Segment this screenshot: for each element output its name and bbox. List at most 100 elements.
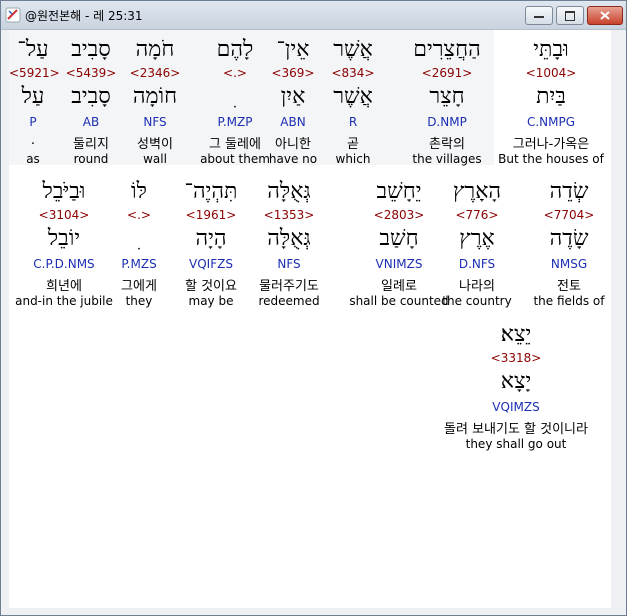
morph-code[interactable]: VQIFZS xyxy=(171,257,251,271)
korean-gloss: 둘리지 xyxy=(73,137,109,152)
title-bar[interactable]: @원전본해 - 레 25:31 xyxy=(1,1,626,30)
app-window: @원전본해 - 레 25:31 וּבָתֵּי <1004> בַּיִת C.NM… xyxy=(0,0,627,616)
word-column[interactable]: יֵצֵא׃ <3318> יָצָא VQIMZS 돌려 보내기도 할 것이니라 the… xyxy=(411,318,621,453)
korean-gloss: . xyxy=(30,133,36,148)
korean-gloss: 희년에 xyxy=(46,279,82,294)
strong-number[interactable]: <2346> xyxy=(125,66,185,80)
hebrew-lemma: בַּיִת xyxy=(536,84,566,109)
hebrew-word: יֵחָשֵׁב xyxy=(376,179,422,204)
morph-code[interactable]: C.P.D.NMS xyxy=(9,257,119,271)
minimize-button[interactable] xyxy=(525,6,553,25)
hebrew-word: שְׂדֵה xyxy=(549,179,589,204)
hebrew-word: סָבִיב xyxy=(71,37,111,62)
strong-number[interactable]: <5439> xyxy=(61,66,121,80)
window-title: @원전본해 - 레 25:31 xyxy=(25,9,143,23)
korean-gloss: 곧 xyxy=(347,137,359,152)
strong-number[interactable]: <5921> xyxy=(9,66,60,80)
word-column[interactable]: עַל־ <5921> עַל P. as xyxy=(9,33,60,168)
english-gloss: and-in the jubile xyxy=(15,294,113,308)
hebrew-word: עַל־ xyxy=(17,37,49,62)
english-gloss: which xyxy=(335,152,371,166)
english-gloss: may be xyxy=(188,294,234,308)
korean-gloss: 그 둘레에 xyxy=(209,137,261,152)
morph-code[interactable]: P.MZP xyxy=(195,115,275,129)
english-gloss: wall xyxy=(143,152,167,166)
morph-code[interactable]: VNIMZS xyxy=(347,257,451,271)
morph-code[interactable]: P xyxy=(9,115,57,129)
hebrew-word: חֹמָה xyxy=(135,37,175,62)
hebrew-word: וּבַיֹּבֵל xyxy=(42,179,86,204)
strong-number[interactable]: <7704> xyxy=(517,208,621,222)
english-gloss: as xyxy=(26,152,40,166)
word-column[interactable]: שְׂדֵה <7704> שָׂדֶה NMSG 전토 the fields of xyxy=(517,175,621,310)
hebrew-lemma: יָצָא xyxy=(500,369,532,394)
strong-number[interactable]: <3104> xyxy=(9,208,119,222)
hebrew-lemma: ׅ xyxy=(195,84,275,110)
morph-code[interactable]: R xyxy=(323,115,383,129)
word-column[interactable]: וּבָתֵּי <1004> בַּיִת C.NMPG 그러나-가옥은 But the… xyxy=(495,33,607,168)
strong-number[interactable]: <834> xyxy=(323,66,383,80)
hebrew-word: אֲשֶׁר xyxy=(333,37,373,62)
strong-number[interactable]: <2691> xyxy=(397,66,497,80)
interlinear-panel: וּבָתֵּי <1004> בַּיִת C.NMPG 그러나-가옥은 But the… xyxy=(9,30,611,608)
strong-number[interactable]: <1004> xyxy=(495,66,607,80)
morph-code[interactable]: AB xyxy=(61,115,121,129)
hebrew-lemma: שָׂדֶה xyxy=(549,226,589,251)
hebrew-lemma: סָבִיב xyxy=(71,84,111,109)
morph-code[interactable]: D.NMP xyxy=(397,115,497,129)
close-icon xyxy=(600,11,610,20)
english-gloss: shall be counted xyxy=(349,294,449,308)
korean-gloss: 전토 xyxy=(557,279,581,294)
morph-code[interactable]: NFS xyxy=(249,257,329,271)
hebrew-word: תִּהְיֶה־ xyxy=(184,179,238,204)
hebrew-lemma: חָצֵר xyxy=(429,84,465,109)
close-button[interactable] xyxy=(587,6,623,25)
word-column[interactable]: חֹמָה <2346> חוֹמָה NFS 성벽이 wall xyxy=(125,33,185,168)
hebrew-word: יֵצֵא׃ xyxy=(500,322,532,347)
strong-number[interactable]: <1961> xyxy=(171,208,251,222)
korean-gloss: 일례로 xyxy=(381,279,417,294)
korean-gloss: 성벽이 xyxy=(137,137,173,152)
morph-code[interactable]: VQIMZS xyxy=(411,400,621,414)
korean-gloss: 물러주기도 xyxy=(259,279,319,294)
english-gloss: about them xyxy=(200,152,270,166)
hebrew-lemma: הָיָה xyxy=(195,226,227,251)
word-column[interactable]: סָבִיב <5439> סָבִיב AB 둘리지 round xyxy=(61,33,121,168)
word-column[interactable]: תִּהְיֶה־ <1961> הָיָה VQIFZS 할 것이요 may be xyxy=(171,175,251,310)
morph-code[interactable]: C.NMPG xyxy=(495,115,607,129)
morph-code[interactable]: NFS xyxy=(125,115,185,129)
minimize-icon xyxy=(534,16,544,18)
morph-code[interactable]: NMSG xyxy=(517,257,621,271)
korean-gloss: 할 것이요 xyxy=(185,279,237,294)
hebrew-lemma: יוֹבֵל xyxy=(47,226,81,251)
word-column[interactable]: הַחֲצֵרִים <2691> חָצֵר D.NMP 촌락의 the village… xyxy=(397,33,497,168)
hebrew-lemma: אֲשֶׁר xyxy=(333,84,373,109)
hebrew-word: גְּאֻלָּה xyxy=(267,179,311,204)
english-gloss: But the houses of xyxy=(498,152,604,166)
word-column[interactable]: אֲשֶׁר <834> אֲשֶׁר R 곧 which xyxy=(323,33,383,168)
word-column[interactable]: לָהֶם <.>ׅ P.MZP 그 둘레에about them xyxy=(195,33,275,168)
english-gloss: redeemed xyxy=(258,294,320,308)
word-column[interactable]: גְּאֻלָּה <1353> גְּאֻלָּה NFS 물러주기도 redeemed xyxy=(249,175,329,310)
maximize-button[interactable] xyxy=(556,6,584,25)
hebrew-word: לָהֶם xyxy=(216,37,254,62)
strong-number[interactable]: <3318> xyxy=(411,351,621,365)
hebrew-word: הַחֲצֵרִים xyxy=(413,37,481,62)
english-gloss: the villages xyxy=(412,152,482,166)
english-gloss: round xyxy=(73,152,109,166)
word-column[interactable]: וּבַיֹּבֵל <3104> יוֹבֵל C.P.D.NMS 희년에 and-in… xyxy=(9,175,119,310)
hebrew-lemma: חוֹמָה xyxy=(132,84,178,109)
english-gloss: the fields of xyxy=(533,294,605,308)
word-column[interactable]: יֵחָשֵׁב <2803> חָשַׁב VNIMZS 일례로 shall be co… xyxy=(347,175,451,310)
hebrew-lemma: גְּאֻלָּה xyxy=(267,226,311,251)
korean-gloss: 돌려 보내기도 할 것이니라 xyxy=(444,422,588,437)
hebrew-lemma: חָשַׁב xyxy=(379,226,419,251)
korean-gloss: 그러나-가옥은 xyxy=(512,137,590,152)
strong-number[interactable]: <1353> xyxy=(249,208,329,222)
maximize-icon xyxy=(565,11,575,21)
app-icon xyxy=(5,7,21,23)
hebrew-word: וּבָתֵּי xyxy=(533,37,569,62)
strong-number[interactable]: <.> xyxy=(195,66,275,80)
strong-number[interactable]: <2803> xyxy=(347,208,451,222)
english-gloss: they shall go out xyxy=(465,437,567,451)
